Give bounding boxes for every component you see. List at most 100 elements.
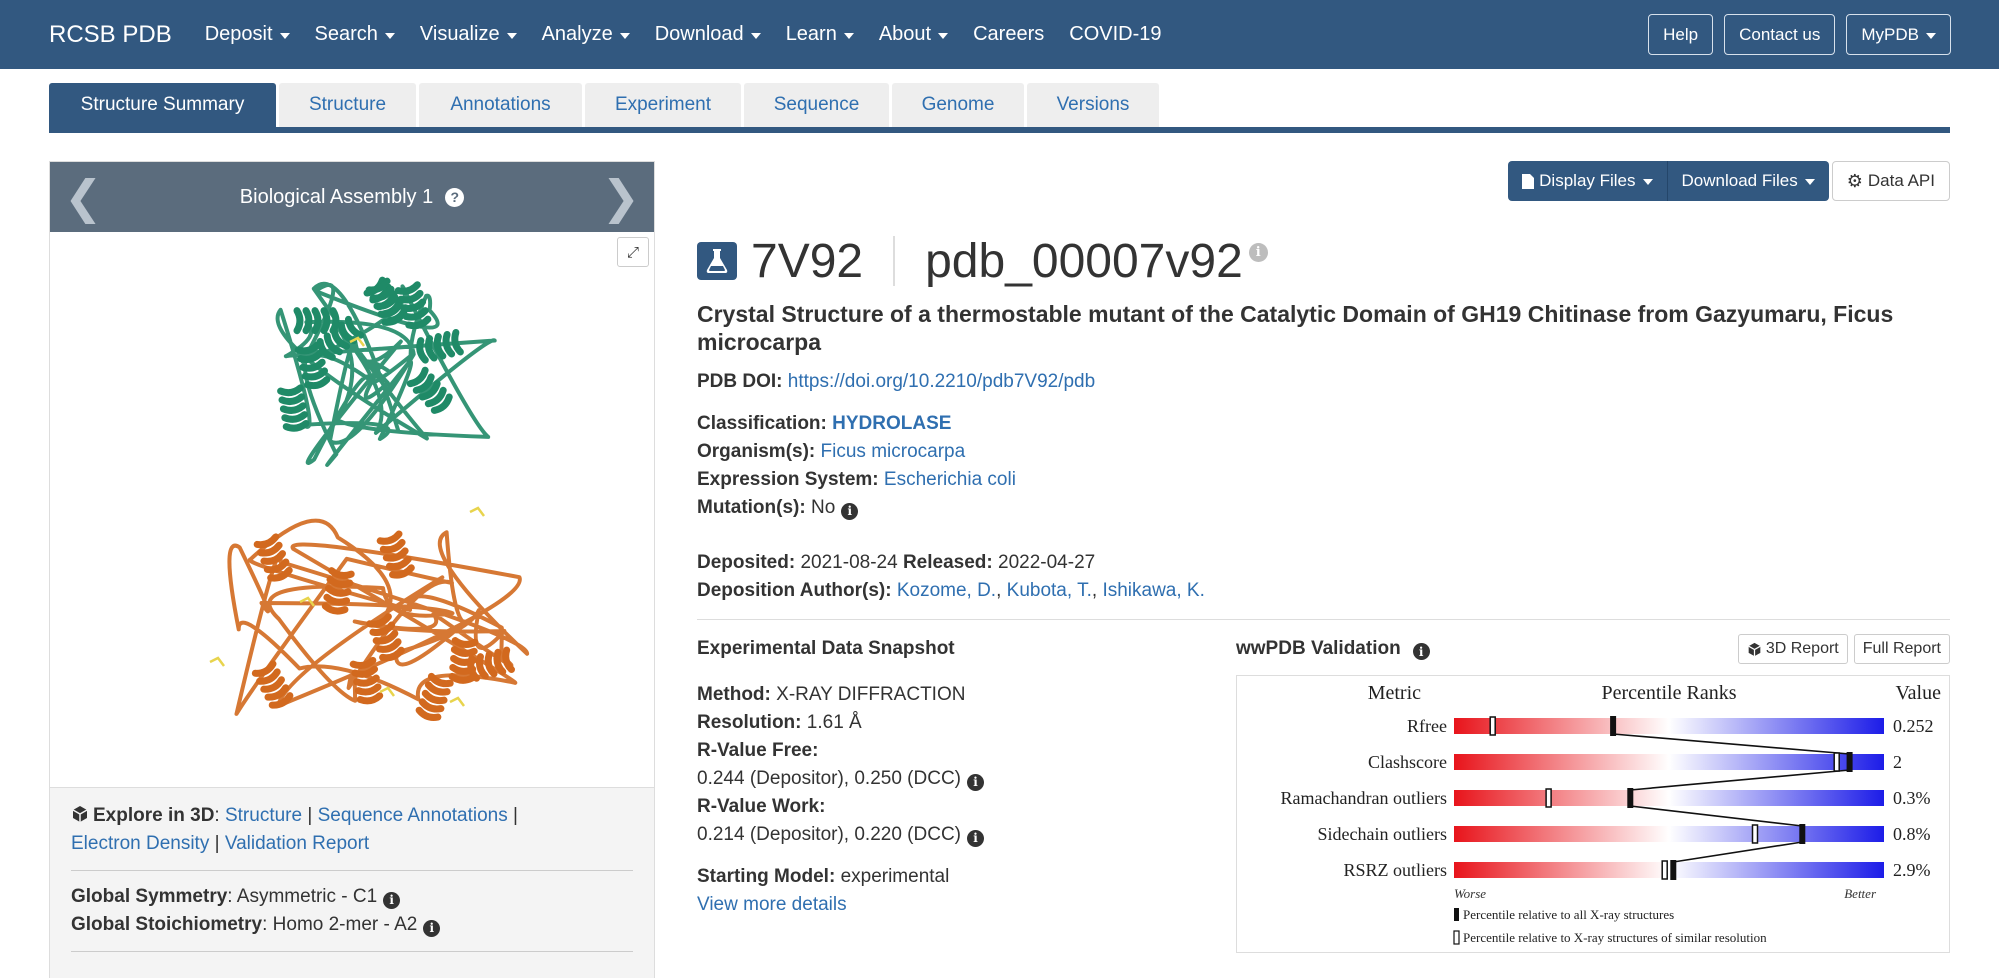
- organism-link[interactable]: Ficus microcarpa: [821, 441, 966, 462]
- nav-visualize[interactable]: Visualize: [420, 23, 517, 46]
- classification-link[interactable]: HYDROLASE: [832, 413, 951, 434]
- percentile-bar: [1454, 718, 1884, 734]
- explore-sequence-annotations-link[interactable]: Sequence Annotations: [318, 805, 508, 826]
- chain-b-helix: [321, 567, 355, 615]
- help-button[interactable]: Help: [1648, 14, 1714, 55]
- file-buttons: Display Files Download Files ⚙ Data API: [1508, 161, 1950, 201]
- info-icon[interactable]: i: [841, 502, 859, 520]
- brand-logo[interactable]: RCSB PDB: [49, 21, 172, 49]
- chevron-down-icon: [1642, 179, 1653, 185]
- next-arrow-icon[interactable]: ❯: [601, 174, 640, 220]
- chevron-down-icon: [938, 32, 949, 39]
- rwork-row: 0.214 (Depositor), 0.220 (DCC) i: [697, 821, 1167, 849]
- symmetry-label: Global Symmetry: [71, 886, 228, 907]
- authors-row: Deposition Author(s): Kozome, D., Kubota…: [697, 580, 1205, 601]
- doi-label: PDB DOI:: [697, 371, 783, 392]
- download-files-button[interactable]: Download Files: [1667, 161, 1829, 201]
- authors-label: Deposition Author(s):: [697, 580, 892, 601]
- author-link[interactable]: Ishikawa, K.: [1102, 580, 1204, 601]
- molecule-3d-viewer[interactable]: ⤢: [50, 232, 654, 788]
- download-files-label: Download Files: [1681, 171, 1798, 190]
- nav-learn[interactable]: Learn: [786, 23, 854, 46]
- nav-analyze[interactable]: Analyze: [542, 23, 630, 46]
- expression-link[interactable]: Escherichia coli: [884, 469, 1016, 490]
- validation-slider-chart[interactable]: Metric Percentile Ranks Value Rfree 0.252 Cla…: [1236, 675, 1950, 953]
- header-percentile-ranks: Percentile Ranks: [1602, 682, 1737, 704]
- cube-icon: [1748, 642, 1761, 656]
- classification-label: Classification:: [697, 413, 827, 434]
- starting-model-label: Starting Model:: [697, 866, 836, 887]
- mypdb-button[interactable]: MyPDB: [1846, 14, 1951, 55]
- nav-careers[interactable]: Careers: [973, 23, 1044, 46]
- tab-sequence[interactable]: Sequence: [744, 83, 889, 127]
- display-files-button[interactable]: Display Files: [1508, 161, 1668, 201]
- expand-icon[interactable]: ⤢: [617, 237, 649, 267]
- info-icon[interactable]: i: [967, 773, 984, 791]
- tab-experiment[interactable]: Experiment: [585, 83, 741, 127]
- info-icon[interactable]: i: [383, 891, 401, 909]
- nav-learn-label: Learn: [785, 23, 837, 45]
- file-icon: [1522, 173, 1535, 189]
- nav-search[interactable]: Search: [315, 23, 395, 46]
- chain-b-helix: [349, 656, 384, 705]
- full-report-button[interactable]: Full Report: [1853, 634, 1950, 664]
- validation-title-wrap: wwPDB Validation i: [1236, 638, 1430, 661]
- previous-arrow-icon[interactable]: ❮: [64, 174, 103, 220]
- mypdb-label: MyPDB: [1861, 24, 1919, 44]
- tab-genome[interactable]: Genome: [892, 83, 1024, 127]
- extended-pdb-id: pdb_00007v92: [925, 234, 1243, 288]
- method-value: X-RAY DIFFRACTION: [776, 684, 966, 705]
- nav-deposit[interactable]: Deposit: [205, 23, 290, 46]
- nav-download-label: Download: [654, 23, 744, 45]
- expression-label: Expression System:: [697, 469, 879, 490]
- contact-button[interactable]: Contact us: [1724, 14, 1836, 55]
- question-icon[interactable]: ?: [445, 187, 465, 207]
- author-link[interactable]: Kozome, D.: [897, 580, 996, 601]
- chevron-down-icon: [1926, 32, 1936, 39]
- nav-about-label: About: [878, 23, 932, 45]
- starting-model-value: experimental: [840, 866, 950, 887]
- percentile-bar: [1454, 754, 1884, 770]
- tab-structure-summary[interactable]: Structure Summary: [49, 83, 276, 127]
- nav-covid[interactable]: COVID-19: [1069, 23, 1161, 46]
- chain-b-helix: [251, 660, 294, 709]
- info-icon[interactable]: i: [423, 919, 441, 937]
- rfree-label: R-Value Free:: [697, 740, 819, 761]
- explore-structure-link[interactable]: Structure: [225, 805, 302, 826]
- explore-electron-density-link[interactable]: Electron Density: [71, 833, 209, 854]
- info-icon[interactable]: i: [967, 829, 984, 847]
- nav-download[interactable]: Download: [655, 23, 761, 46]
- validation-title: wwPDB Validation: [1236, 637, 1401, 659]
- cube-icon: [72, 806, 88, 822]
- header-metric: Metric: [1368, 682, 1421, 704]
- structure-title: Crystal Structure of a thermostable muta…: [697, 301, 1894, 355]
- divider: [697, 619, 1950, 620]
- percentile-marker-all: [1627, 788, 1634, 808]
- percentile-marker-similar: [1751, 824, 1759, 844]
- disulfide-bond: [469, 506, 485, 517]
- experimental-title: Experimental Data Snapshot: [697, 638, 955, 659]
- percentile-marker-all: [1799, 824, 1806, 844]
- info-icon[interactable]: i: [1248, 242, 1268, 262]
- tab-versions[interactable]: Versions: [1027, 83, 1159, 127]
- 3d-report-button[interactable]: 3D Report: [1737, 634, 1848, 664]
- chevron-down-icon: [506, 32, 517, 39]
- metric-value: 0.252: [1893, 716, 1934, 736]
- better-label: Better: [1844, 886, 1877, 901]
- disulfide-bond: [209, 656, 225, 667]
- connector-line: [1673, 841, 1803, 863]
- view-more-details-link[interactable]: View more details: [697, 894, 847, 915]
- rfree-value: 0.244 (Depositor), 0.250 (DCC): [697, 768, 961, 789]
- tab-annotations[interactable]: Annotations: [419, 83, 582, 127]
- organism-label: Organism(s):: [697, 441, 816, 462]
- doi-link[interactable]: https://doi.org/10.2210/pdb7V92/pdb: [788, 371, 1095, 392]
- nav-about[interactable]: About: [878, 23, 949, 46]
- percentile-marker-all: [1610, 716, 1617, 736]
- tab-structure[interactable]: Structure: [279, 83, 416, 127]
- explore-validation-report-link[interactable]: Validation Report: [225, 833, 369, 854]
- data-api-button[interactable]: ⚙ Data API: [1831, 161, 1950, 201]
- author-link[interactable]: Kubota, T.: [1007, 580, 1092, 601]
- divider: [71, 951, 633, 952]
- method-row: Method: X-RAY DIFFRACTION: [697, 681, 1167, 709]
- info-icon[interactable]: i: [1412, 643, 1430, 661]
